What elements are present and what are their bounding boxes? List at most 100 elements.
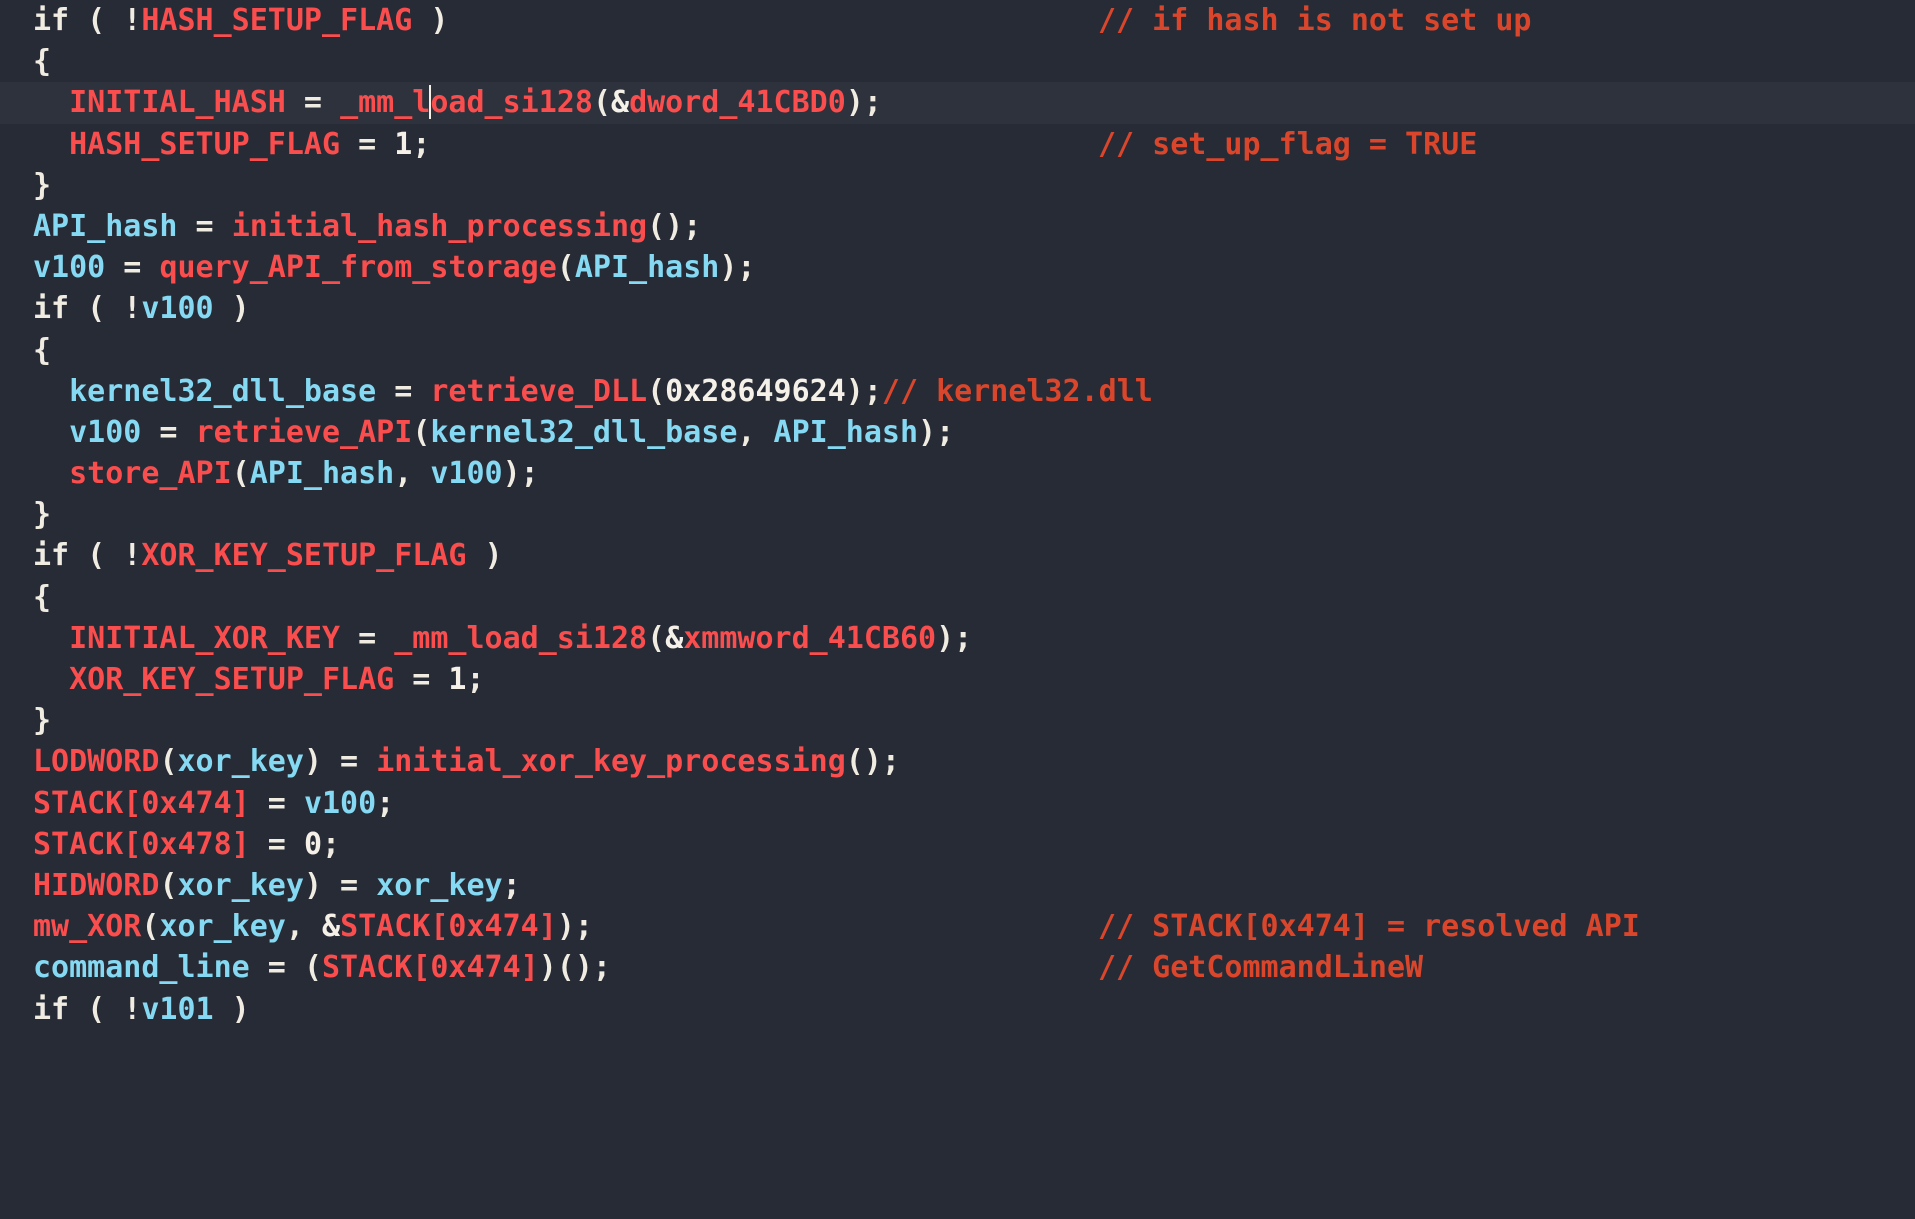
code-token: kernel32_dll_base: [69, 373, 377, 409]
code-line-text: }: [33, 497, 51, 532]
code-line[interactable]: {: [0, 577, 1915, 618]
code-line[interactable]: if ( !v100 ): [0, 288, 1915, 329]
code-token: STACK[0x474]: [33, 785, 250, 821]
code-line[interactable]: v100 = retrieve_API(kernel32_dll_base, A…: [0, 412, 1915, 453]
code-comment: // STACK[0x474] = resolved API: [1098, 909, 1640, 945]
code-token: if ( !: [33, 3, 142, 38]
code-line[interactable]: HIDWORD(xor_key) = xor_key;: [0, 865, 1915, 906]
code-token: if ( !: [33, 991, 142, 1027]
code-token: API_hash: [249, 456, 395, 492]
code-line-text: STACK[0x474] = v100;: [33, 786, 394, 821]
code-line[interactable]: v100 = query_API_from_storage(API_hash);: [0, 247, 1915, 288]
code-token: )();: [538, 950, 611, 986]
code-comment: // GetCommandLineW: [1098, 950, 1424, 986]
code-line-text: if ( !v101 ): [33, 992, 250, 1027]
code-token: STACK[0x474]: [322, 950, 539, 986]
code-line[interactable]: }: [0, 494, 1915, 535]
code-line[interactable]: INITIAL_XOR_KEY = _mm_load_si128(&xmmwor…: [0, 618, 1915, 659]
code-token: );: [918, 414, 955, 450]
code-token: }: [33, 497, 52, 533]
code-token: if ( !: [33, 538, 142, 574]
code-line-text: {: [33, 333, 51, 368]
code-line-text: LODWORD(xor_key) = initial_xor_key_proce…: [33, 744, 900, 779]
code-line[interactable]: if ( !v101 ): [0, 989, 1915, 1030]
code-token: INITIAL_HASH: [69, 85, 286, 121]
code-token: xmmword_41CB60: [683, 620, 937, 656]
code-line-text: INITIAL_XOR_KEY = _mm_load_si128(&xmmwor…: [33, 621, 972, 656]
code-line[interactable]: LODWORD(xor_key) = initial_xor_key_proce…: [0, 741, 1915, 782]
code-line-text: v100 = retrieve_API(kernel32_dll_base, A…: [33, 415, 954, 450]
code-token: =: [249, 785, 304, 821]
code-line[interactable]: XOR_KEY_SETUP_FLAG = 1;: [0, 659, 1915, 700]
code-line-text: }: [33, 703, 51, 738]
code-line-text: STACK[0x478] = 0;: [33, 827, 340, 862]
code-line[interactable]: INITIAL_HASH = _mm_load_si128(&dword_41C…: [0, 82, 1915, 124]
code-token: =: [394, 662, 449, 697]
code-token: );: [845, 85, 882, 121]
code-token: API_hash: [773, 414, 919, 450]
code-token: (: [159, 867, 178, 903]
code-token: =: [141, 414, 196, 450]
code-line[interactable]: {: [0, 41, 1915, 82]
code-token: STACK[0x478]: [33, 826, 250, 862]
code-lines-container[interactable]: if ( !HASH_SETUP_FLAG )// if hash is not…: [0, 0, 1915, 1030]
code-line[interactable]: STACK[0x474] = v100;: [0, 783, 1915, 824]
pseudocode-view[interactable]: if ( !HASH_SETUP_FLAG )// if hash is not…: [0, 0, 1915, 1219]
code-line-text: if ( !XOR_KEY_SETUP_FLAG ): [33, 538, 503, 573]
code-line[interactable]: kernel32_dll_base = retrieve_DLL(0x28649…: [0, 371, 1915, 412]
code-token: API_hash: [33, 208, 178, 244]
code-token: store_API: [69, 456, 232, 492]
code-line-text: command_line = (STACK[0x474])();: [33, 950, 611, 985]
code-token: ();: [647, 208, 702, 244]
code-token: LODWORD: [33, 744, 160, 780]
code-token: ): [466, 538, 503, 574]
code-token: xor_key: [159, 909, 286, 945]
code-line-text: if ( !HASH_SETUP_FLAG ): [33, 3, 448, 38]
code-line-text: store_API(API_hash, v100);: [33, 456, 539, 491]
code-line[interactable]: command_line = (STACK[0x474])(); // GetCo…: [0, 947, 1915, 988]
code-line[interactable]: STACK[0x478] = 0;: [0, 824, 1915, 865]
code-line[interactable]: store_API(API_hash, v100);: [0, 453, 1915, 494]
code-token: API_hash: [574, 250, 720, 286]
code-token: HASH_SETUP_FLAG: [141, 3, 413, 38]
code-token: query_API_from_storage: [159, 250, 557, 286]
code-token: ;: [466, 662, 485, 697]
code-token: _mm_load_si128: [394, 620, 648, 656]
code-line[interactable]: mw_XOR(xor_key, &STACK[0x474]); // STACK[…: [0, 906, 1915, 947]
code-token: oad_si128: [430, 85, 593, 121]
code-line-text: INITIAL_HASH = _mm_load_si128(&dword_41C…: [33, 85, 882, 120]
code-token: ();: [845, 744, 900, 780]
code-token: =: [249, 826, 304, 862]
code-token: HIDWORD: [33, 867, 160, 903]
code-line[interactable]: HASH_SETUP_FLAG = 1; // set_up_flag = TRU…: [0, 124, 1915, 165]
code-token: _mm_l: [340, 85, 431, 121]
code-line[interactable]: {: [0, 330, 1915, 371]
code-line[interactable]: }: [0, 700, 1915, 741]
code-token: );: [502, 456, 539, 492]
code-token: =: [285, 85, 341, 121]
code-token: {: [33, 44, 52, 80]
code-token: 0x28649624: [665, 373, 846, 409]
code-token: v100: [141, 291, 214, 327]
code-token: 1: [394, 126, 413, 162]
code-token: =: [105, 250, 160, 286]
code-token: );: [719, 250, 756, 286]
code-token: if ( !: [33, 291, 142, 327]
code-line-text: API_hash = initial_hash_processing();: [33, 209, 701, 244]
code-token: =: [249, 950, 304, 986]
code-line[interactable]: }: [0, 165, 1915, 206]
code-line[interactable]: if ( !HASH_SETUP_FLAG ) // if hash is not…: [0, 0, 1915, 41]
code-token: retrieve_DLL: [430, 373, 648, 409]
code-line[interactable]: API_hash = initial_hash_processing();: [0, 206, 1915, 247]
code-line[interactable]: if ( !XOR_KEY_SETUP_FLAG ): [0, 535, 1915, 576]
code-line-text: }: [33, 168, 51, 203]
code-token: ,: [737, 414, 774, 450]
code-token: ): [303, 744, 322, 780]
code-token: v100: [69, 414, 142, 450]
code-line-text: mw_XOR(xor_key, &STACK[0x474]);: [33, 909, 593, 944]
code-line-text: XOR_KEY_SETUP_FLAG = 1;: [33, 662, 485, 697]
code-comment: // if hash is not set up: [1098, 3, 1532, 38]
